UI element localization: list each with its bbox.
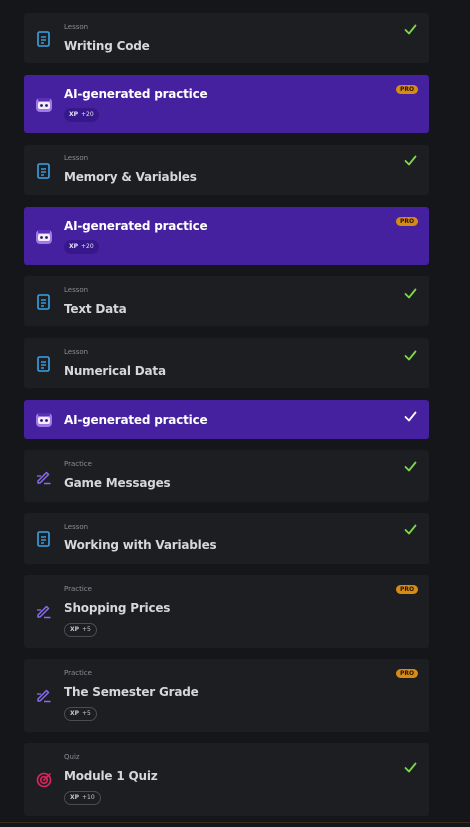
item-kind-label: Lesson	[64, 154, 89, 162]
list-item-numerical-data[interactable]: Lesson Numerical Data	[24, 338, 429, 388]
item-kind-label: Lesson	[64, 523, 89, 531]
list-item-working-with-variables[interactable]: Lesson Working with Variables	[24, 513, 429, 564]
xp-value: +10	[82, 794, 95, 801]
item-title: Memory & Variables	[64, 170, 197, 184]
xp-badge: XP +10	[64, 791, 101, 805]
item-kind-label: Lesson	[64, 286, 89, 294]
list-item-game-messages[interactable]: Practice Game Messages	[24, 450, 429, 502]
item-title: AI-generated practice	[64, 87, 208, 101]
item-title: Working with Variables	[64, 538, 217, 552]
list-item-memory-variables[interactable]: Lesson Memory & Variables	[24, 145, 429, 195]
xp-badge: XP +5	[64, 707, 97, 721]
practice-pencil-icon	[35, 602, 53, 620]
item-title: Module 1 Quiz	[64, 769, 158, 783]
item-title: Text Data	[64, 302, 127, 316]
lesson-doc-icon	[35, 30, 53, 48]
xp-value: +20	[81, 111, 94, 118]
pro-badge: PRO	[396, 585, 418, 594]
item-title: Shopping Prices	[64, 601, 171, 615]
list-item-writing-code[interactable]: Lesson Writing Code	[24, 13, 429, 63]
xp-label: XP	[70, 710, 80, 717]
item-kind-label: Lesson	[64, 23, 89, 31]
list-item-module-1-quiz[interactable]: Quiz Module 1 Quiz XP +10	[24, 743, 429, 816]
xp-value: +20	[81, 243, 94, 250]
bottom-divider	[0, 822, 470, 827]
item-title: The Semester Grade	[64, 685, 199, 699]
completed-check-icon	[404, 155, 417, 166]
completed-check-icon	[404, 762, 417, 773]
list-item-ai-practice[interactable]: AI-generated practice PRO XP +20	[24, 75, 429, 133]
practice-pencil-icon	[35, 686, 53, 704]
xp-badge: XP +20	[64, 240, 99, 254]
xp-label: XP	[70, 626, 80, 633]
lesson-doc-icon	[35, 293, 53, 311]
list-item-ai-practice[interactable]: AI-generated practice	[24, 400, 429, 439]
completed-check-icon	[404, 350, 417, 361]
list-item-text-data[interactable]: Lesson Text Data	[24, 276, 429, 326]
completed-check-icon	[404, 24, 417, 35]
practice-pencil-icon	[35, 468, 53, 486]
list-item-ai-practice[interactable]: AI-generated practice PRO XP +20	[24, 207, 429, 265]
item-title: AI-generated practice	[64, 219, 208, 233]
robot-avatar-icon	[35, 96, 53, 114]
completed-check-icon	[404, 288, 417, 299]
xp-value: +5	[82, 710, 91, 717]
lesson-doc-icon	[35, 162, 53, 180]
list-item-semester-grade[interactable]: Practice The Semester Grade PRO XP +5	[24, 659, 429, 732]
xp-label: XP	[69, 111, 79, 118]
pro-badge: PRO	[396, 85, 418, 94]
item-title: AI-generated practice	[64, 413, 208, 427]
item-title: Writing Code	[64, 39, 150, 53]
item-kind-label: Practice	[64, 669, 92, 677]
pro-badge: PRO	[396, 669, 418, 678]
lesson-doc-icon	[35, 530, 53, 548]
completed-check-icon	[404, 411, 417, 422]
item-kind-label: Practice	[64, 585, 92, 593]
completed-check-icon	[404, 461, 417, 472]
completed-check-icon	[404, 524, 417, 535]
item-kind-label: Practice	[64, 460, 92, 468]
item-title: Numerical Data	[64, 364, 166, 378]
item-kind-label: Quiz	[64, 753, 80, 761]
list-item-shopping-prices[interactable]: Practice Shopping Prices PRO XP +5	[24, 575, 429, 648]
item-title: Game Messages	[64, 476, 171, 490]
xp-badge: XP +20	[64, 108, 99, 122]
lesson-doc-icon	[35, 355, 53, 373]
item-kind-label: Lesson	[64, 348, 89, 356]
xp-badge: XP +5	[64, 623, 97, 637]
xp-value: +5	[82, 626, 91, 633]
xp-label: XP	[70, 794, 80, 801]
robot-avatar-icon	[35, 228, 53, 246]
robot-avatar-icon	[35, 411, 53, 429]
quiz-target-icon	[35, 770, 53, 788]
module-item-list: Lesson Writing Code AI-generated practic…	[0, 0, 470, 827]
xp-label: XP	[69, 243, 79, 250]
pro-badge: PRO	[396, 217, 418, 226]
